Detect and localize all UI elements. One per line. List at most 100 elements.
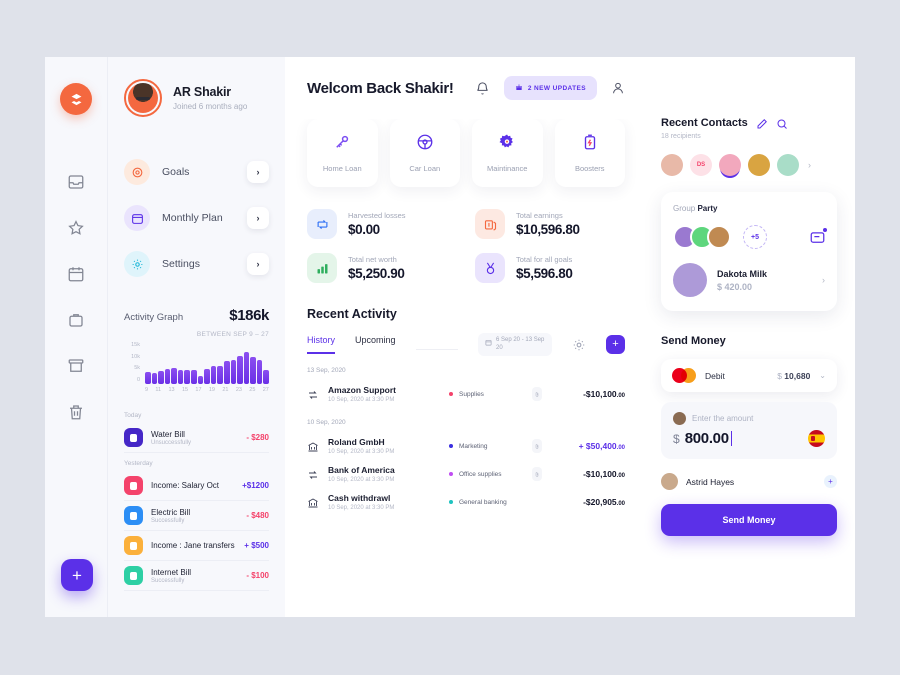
menu-item-goals[interactable]: Goals › (124, 159, 269, 185)
chevron-down-icon[interactable]: ⌄ (819, 371, 826, 380)
gear-icon[interactable] (572, 338, 586, 352)
quick-action-boosters[interactable]: Boosters (554, 119, 625, 187)
transaction-row[interactable]: Income: Salary Oct +$1200 (124, 471, 269, 501)
add-activity-button[interactable]: + (606, 335, 625, 354)
user-icon[interactable] (611, 81, 625, 95)
activity-row[interactable]: Amazon Support 10 Sep, 2020 at 3:30 PM Sup… (307, 380, 625, 408)
updates-badge-button[interactable]: 2 NEW UPDATES (503, 76, 597, 100)
quick-action-car-loan[interactable]: Car Loan (389, 119, 460, 187)
contact-avatar[interactable] (748, 154, 770, 176)
text-caret (730, 431, 732, 446)
transaction-row[interactable]: Electric Bill Successfully - $480 (124, 501, 269, 531)
chevron-right-icon[interactable]: › (822, 275, 825, 285)
card-selector[interactable]: Debit $ 10,680 ⌄ (661, 359, 837, 392)
transaction-name: Internet Bill (151, 567, 192, 577)
chevron-right-icon[interactable]: › (247, 253, 269, 275)
transaction-amount: +$1200 (242, 481, 269, 490)
attachment-icon[interactable] (532, 387, 542, 401)
activity-row[interactable]: Roland GmbH 10 Sep, 2020 at 3:30 PM Market… (307, 432, 625, 460)
activity-amount-cents: .00 (616, 501, 625, 507)
archive-icon[interactable] (67, 357, 85, 375)
pencil-icon[interactable] (756, 117, 768, 129)
graph-x-tick: 23 (235, 387, 242, 393)
menu-label: Monthly Plan (162, 212, 223, 224)
menu-item-settings[interactable]: Settings › (124, 251, 269, 277)
tab-history[interactable]: History (307, 335, 336, 354)
group-label-prefix: Group (673, 204, 696, 213)
send-money-button[interactable]: Send Money (661, 504, 837, 536)
activity-day-label: 10 Sep, 2020 (307, 419, 346, 426)
transaction-status: Unsuccessfully (151, 439, 192, 446)
chat-icon[interactable] (810, 227, 827, 244)
inbox-icon[interactable] (67, 173, 85, 191)
spain-flag-icon[interactable] (808, 430, 825, 447)
avatar[interactable] (124, 79, 162, 117)
quick-actions: Home Loan Car Loan Maintinance Boosters (307, 119, 625, 187)
quick-action-home-loan[interactable]: Home Loan (307, 119, 378, 187)
graph-bars (140, 342, 269, 384)
graph-y-tick: 10k (131, 353, 140, 360)
group-member-avatar[interactable] (707, 225, 731, 249)
graph-bar (256, 360, 263, 384)
main-content: Welcom Back Shakir! 2 NEW UPDATES Home L… (285, 57, 647, 617)
add-floating-button[interactable]: + (61, 559, 93, 591)
profile-meta: Joined 6 months ago (173, 102, 248, 111)
medal-icon (475, 253, 505, 283)
activity-timestamp: 10 Sep, 2020 at 3:30 PM (328, 397, 395, 403)
stat-label: Total for all goals (516, 255, 573, 264)
key-icon (333, 133, 351, 156)
group-title: Group Party (673, 204, 825, 213)
transaction-amount: - $100 (246, 571, 269, 580)
group-contact-row[interactable]: Dakota Milk $ 420.00 › (673, 263, 825, 297)
stat-total-net-worth: Total net worth $5,250.90 (307, 253, 457, 283)
transaction-row[interactable]: Water Bill Unsuccessfully - $280 (124, 423, 269, 453)
card-balance-value: 10,680 (784, 370, 811, 381)
attachment-icon[interactable] (532, 467, 542, 481)
activity-amount: -$20,905.00 (551, 497, 625, 507)
swirl-logo-icon[interactable] (60, 83, 92, 115)
briefcase-icon[interactable] (67, 311, 85, 329)
stat-value: $10,596.80 (516, 222, 580, 237)
graph-bar (177, 370, 184, 384)
transfer-icon (307, 209, 337, 239)
activity-amount-main: + $50,400 (578, 441, 617, 451)
transaction-name: Income: Salary Oct (151, 481, 220, 490)
graph-bar (263, 370, 269, 384)
transaction-name: Income : Jane transfers (151, 541, 235, 550)
transaction-row[interactable]: Internet Bill Successfully - $100 (124, 561, 269, 591)
quick-action-maintinance[interactable]: Maintinance (472, 119, 543, 187)
date-range-picker[interactable]: 6 Sep 20 - 13 Sep 20 (478, 333, 552, 356)
chevron-right-icon[interactable]: › (247, 207, 269, 229)
calendar-icon[interactable] (67, 265, 85, 283)
contact-avatar[interactable] (661, 154, 683, 176)
contacts-next-icon[interactable]: › (808, 160, 811, 170)
amount-input[interactable]: 800.00 (685, 430, 729, 447)
more-members-badge[interactable]: +5 (743, 225, 767, 249)
graph-bar (243, 351, 250, 384)
graph-bar (158, 371, 164, 384)
amount-input-box[interactable]: Enter the amount $ 800.00 (661, 402, 837, 459)
menu-item-monthly-plan[interactable]: Monthly Plan › (124, 205, 269, 231)
chevron-right-icon[interactable]: › (247, 161, 269, 183)
activity-category: Supplies (459, 390, 484, 398)
contact-avatar[interactable] (719, 154, 741, 176)
add-recipient-button[interactable]: + (824, 475, 837, 488)
contact-avatar[interactable] (777, 154, 799, 176)
attachment-icon[interactable] (532, 439, 542, 453)
graph-bar (197, 375, 204, 384)
contact-avatar[interactable]: DS (690, 154, 712, 176)
activity-timestamp: 10 Sep, 2020 at 3:30 PM (328, 505, 395, 511)
activity-row[interactable]: Bank of America 10 Sep, 2020 at 3:30 PM Of… (307, 460, 625, 488)
transaction-row[interactable]: Income : Jane transfers + $500 (124, 531, 269, 561)
activity-name: Bank of America (328, 465, 395, 475)
activity-row[interactable]: Cash withdrawl 10 Sep, 2020 at 3:30 PM Gen… (307, 488, 625, 516)
bell-icon[interactable] (475, 81, 490, 96)
tab-upcoming[interactable]: Upcoming (355, 335, 396, 354)
search-icon[interactable] (776, 117, 788, 129)
rail-icon-list (67, 173, 85, 421)
star-icon[interactable] (67, 219, 85, 237)
transaction-day-label: Today (124, 412, 142, 419)
amount-placeholder-row: Enter the amount (673, 412, 825, 425)
trash-icon[interactable] (67, 403, 85, 421)
activity-amount-cents: .00 (616, 473, 625, 479)
